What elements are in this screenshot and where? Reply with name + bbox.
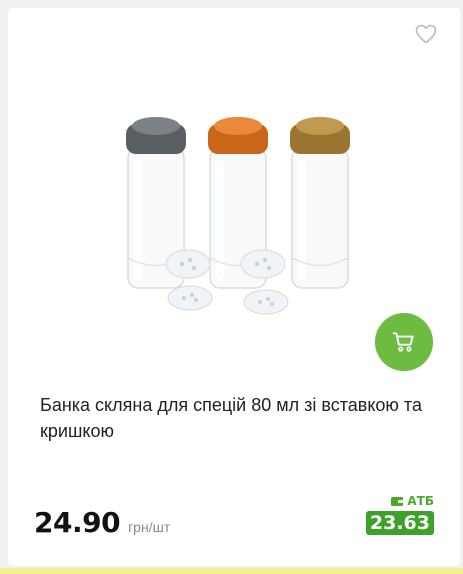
add-to-cart-button[interactable] xyxy=(375,313,433,371)
promo-price: 23.63 xyxy=(365,511,434,535)
favorite-button[interactable] xyxy=(414,22,438,46)
price-unit: грн/шт xyxy=(128,519,171,535)
product-image[interactable] xyxy=(88,88,408,348)
next-card-edge xyxy=(0,568,463,574)
promo-block: АТБ 23.63 xyxy=(365,494,434,535)
promo-store-name: АТБ xyxy=(407,494,434,508)
product-card[interactable]: Банка скляна для спецій 80 мл зі вставко… xyxy=(8,8,460,566)
spice-jar-gold xyxy=(290,117,350,289)
wallet-icon xyxy=(391,497,404,506)
product-price: 24.90 xyxy=(34,506,121,539)
shopping-cart-icon xyxy=(392,332,414,352)
price-block: 24.90 грн/шт xyxy=(34,506,170,539)
heart-outline-icon xyxy=(415,24,437,44)
product-title[interactable]: Банка скляна для спецій 80 мл зі вставко… xyxy=(40,392,440,444)
promo-store-label: АТБ xyxy=(390,494,434,508)
